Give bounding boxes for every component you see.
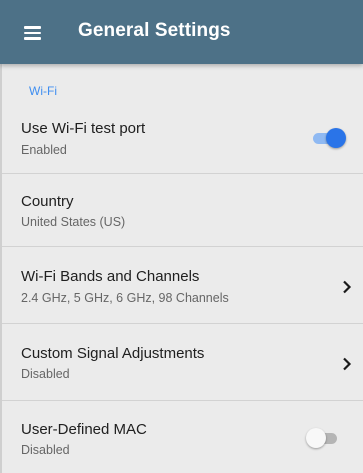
setting-title: Country <box>21 193 74 210</box>
setting-subtitle: Disabled <box>21 443 70 457</box>
hamburger-menu-icon[interactable] <box>14 18 42 46</box>
setting-title: Wi-Fi Bands and Channels <box>21 268 200 285</box>
setting-row-user-defined-mac[interactable]: User-Defined MAC Disabled <box>2 401 363 473</box>
wifi-test-port-toggle[interactable] <box>313 127 346 149</box>
setting-row-wifi-test-port[interactable]: Use Wi-Fi test port Enabled <box>2 106 363 174</box>
settings-list: Wi-Fi Use Wi-Fi test port Enabled Countr… <box>0 64 363 473</box>
setting-row-country[interactable]: Country United States (US) <box>2 174 363 247</box>
setting-subtitle: 2.4 GHz, 5 GHz, 6 GHz, 98 Channels <box>21 291 229 305</box>
chevron-right-icon[interactable] <box>341 356 353 372</box>
chevron-right-icon[interactable] <box>341 279 353 295</box>
menu-bar-line <box>24 31 41 34</box>
setting-title: Custom Signal Adjustments <box>21 345 205 362</box>
setting-row-wifi-bands[interactable]: Wi-Fi Bands and Channels 2.4 GHz, 5 GHz,… <box>2 247 363 324</box>
section-header-wifi: Wi-Fi <box>29 84 57 98</box>
setting-title: User-Defined MAC <box>21 421 147 438</box>
app-bar: General Settings <box>0 0 363 64</box>
setting-subtitle: Enabled <box>21 143 67 157</box>
toggle-knob <box>306 428 326 448</box>
page-title: General Settings <box>78 20 231 41</box>
setting-subtitle: Disabled <box>21 367 70 381</box>
menu-bar-line <box>24 37 41 40</box>
setting-title: Use Wi-Fi test port <box>21 120 146 137</box>
menu-bar-line <box>24 26 41 29</box>
setting-row-custom-signal[interactable]: Custom Signal Adjustments Disabled <box>2 324 363 401</box>
user-defined-mac-toggle[interactable] <box>306 427 339 449</box>
toggle-knob <box>326 128 346 148</box>
setting-subtitle: United States (US) <box>21 215 126 229</box>
